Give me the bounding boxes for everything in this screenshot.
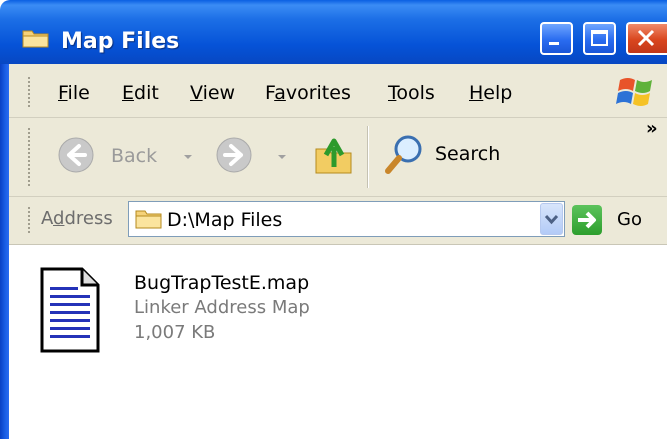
window-frame-left (0, 64, 9, 439)
search-label: Search (435, 143, 501, 165)
toolbar-overflow-chevron[interactable]: » (646, 118, 658, 139)
text-document-icon (40, 267, 100, 353)
menu-help-label: elp (483, 82, 513, 104)
address-label-post: dress (64, 208, 113, 229)
up-folder-icon (315, 138, 352, 174)
menu-edit-label: dit (134, 82, 159, 104)
chevron-down-icon (544, 214, 559, 225)
address-dropdown-button[interactable] (540, 203, 563, 235)
title-bar: Map Files (0, 0, 667, 64)
up-folder-button[interactable] (312, 133, 356, 177)
menu-file[interactable]: File (58, 82, 90, 104)
standard-toolbar: Back Search » (9, 118, 667, 197)
address-input[interactable]: D:\Map Files (128, 201, 565, 237)
menu-help[interactable]: Help (469, 82, 512, 104)
menu-edit-accel: E (122, 82, 135, 104)
address-label-accel: d (53, 208, 65, 229)
menu-grip[interactable] (28, 77, 33, 107)
forward-button[interactable] (214, 135, 294, 175)
minimize-icon (549, 42, 559, 45)
minimize-button[interactable] (540, 22, 573, 55)
go-arrow-icon (572, 205, 602, 235)
toolbar-grip[interactable] (28, 128, 33, 186)
toolbar-separator (367, 126, 369, 188)
chevron-down-icon (184, 155, 192, 159)
menu-view-accel: V (190, 82, 203, 104)
menu-edit[interactable]: Edit (122, 82, 159, 104)
go-button[interactable]: Go (572, 202, 662, 238)
menu-file-accel: F (58, 82, 68, 104)
back-label: Back (111, 145, 158, 167)
menu-view[interactable]: View (190, 82, 235, 104)
back-button[interactable]: Back (56, 135, 206, 175)
address-value: D:\Map Files (167, 209, 283, 231)
file-type: Linker Address Map (134, 297, 310, 318)
close-button[interactable] (626, 22, 667, 55)
file-size: 1,007 KB (134, 322, 216, 343)
address-label: Address (41, 208, 113, 229)
menu-help-accel: H (469, 82, 484, 104)
menu-bar: File Edit View Favorites Tools Help (9, 64, 667, 118)
maximize-button[interactable] (583, 22, 616, 55)
chevron-down-icon (278, 155, 286, 159)
menu-tools[interactable]: Tools (388, 82, 435, 104)
go-label: Go (617, 209, 642, 230)
folder-icon (22, 30, 49, 48)
close-icon (637, 29, 655, 47)
back-arrow-icon (58, 137, 94, 173)
menu-favorites[interactable]: Favorites (265, 82, 351, 104)
address-label-pre: A (41, 208, 53, 229)
address-bar: Address D:\Map Files Go (9, 197, 667, 245)
menu-file-label: ile (67, 82, 90, 104)
menu-view-label: iew (202, 82, 236, 104)
maximize-icon (591, 30, 608, 46)
windows-logo-icon (616, 78, 652, 106)
file-list: BugTrapTestE.map Linker Address Map 1,00… (9, 245, 667, 439)
window-title: Map Files (61, 29, 180, 54)
address-grip[interactable] (28, 207, 33, 233)
menu-favorites-post: vorites (285, 82, 351, 104)
menu-favorites-accel: a (274, 82, 286, 104)
folder-icon (135, 210, 162, 229)
file-name[interactable]: BugTrapTestE.map (134, 272, 309, 294)
forward-arrow-icon (216, 137, 252, 173)
menu-tools-label: ools (396, 82, 435, 104)
search-button[interactable]: Search (382, 133, 512, 177)
menu-favorites-pre: F (265, 82, 275, 104)
search-icon (385, 135, 422, 174)
